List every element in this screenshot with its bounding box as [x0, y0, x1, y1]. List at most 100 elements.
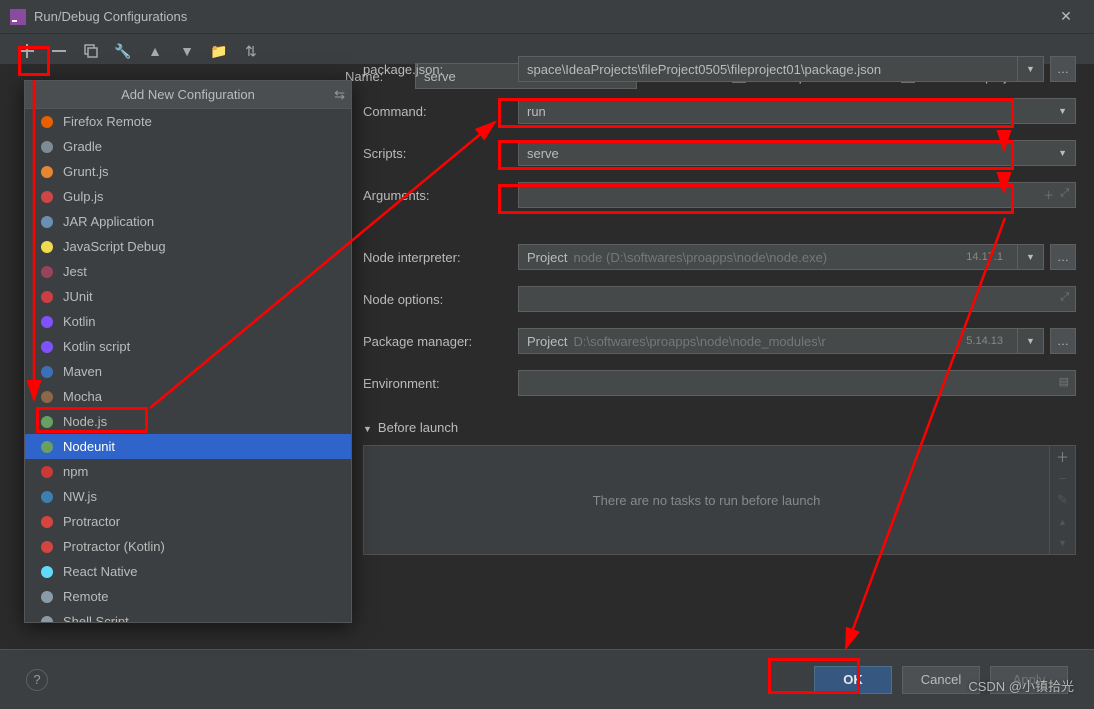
config-type-icon	[39, 389, 55, 405]
task-down-icon: ▼	[1050, 532, 1075, 554]
config-type-icon	[39, 289, 55, 305]
folder-icon[interactable]: 📁	[210, 42, 228, 60]
node-interpreter-label: Node interpreter:	[363, 250, 518, 265]
config-type-label: Grunt.js	[63, 164, 109, 179]
config-type-item[interactable]: Shell Script	[25, 609, 351, 622]
config-type-item[interactable]: Jest	[25, 259, 351, 284]
config-type-label: Gulp.js	[63, 189, 103, 204]
config-type-label: JUnit	[63, 289, 93, 304]
config-type-item[interactable]: Firefox Remote	[25, 109, 351, 134]
config-type-item[interactable]: JavaScript Debug	[25, 234, 351, 259]
package-manager-dropdown[interactable]: ▼	[1018, 328, 1044, 354]
config-type-icon	[39, 564, 55, 580]
config-type-label: NW.js	[63, 489, 97, 504]
task-add-icon[interactable]: ＋	[1050, 446, 1075, 468]
up-icon[interactable]: ▲	[146, 42, 164, 60]
collapse-icon[interactable]: ⇆	[334, 87, 345, 103]
before-launch-panel: There are no tasks to run before launch …	[363, 445, 1076, 555]
before-launch-toggle[interactable]: ▼Before launch	[363, 420, 1076, 435]
config-type-label: JAR Application	[63, 214, 154, 229]
package-json-browse[interactable]: …	[1050, 56, 1076, 82]
config-type-icon	[39, 164, 55, 180]
config-type-icon	[39, 364, 55, 380]
node-options-input[interactable]: ⤢	[518, 286, 1076, 312]
config-type-item[interactable]: Nodeunit	[25, 434, 351, 459]
list-icon[interactable]: ▤	[1059, 375, 1069, 388]
config-type-item[interactable]: npm	[25, 459, 351, 484]
config-type-icon	[39, 414, 55, 430]
config-type-item[interactable]: Gradle	[25, 134, 351, 159]
close-icon[interactable]: ✕	[1048, 8, 1084, 25]
node-interpreter-browse[interactable]: …	[1050, 244, 1076, 270]
config-type-item[interactable]: Gulp.js	[25, 184, 351, 209]
config-type-item[interactable]: Protractor (Kotlin)	[25, 534, 351, 559]
config-type-item[interactable]: Kotlin script	[25, 334, 351, 359]
config-type-icon	[39, 614, 55, 623]
package-manager-browse[interactable]: …	[1050, 328, 1076, 354]
ok-button[interactable]: OK	[814, 666, 892, 694]
config-type-icon	[39, 489, 55, 505]
app-icon	[10, 9, 26, 25]
config-type-label: Kotlin script	[63, 339, 130, 354]
expand-icon[interactable]: ⤢	[1060, 187, 1069, 203]
scripts-select[interactable]: serve ▼	[518, 140, 1076, 166]
config-type-icon	[39, 439, 55, 455]
command-select[interactable]: run ▼	[518, 98, 1076, 124]
config-type-icon	[39, 264, 55, 280]
command-label: Command:	[363, 104, 518, 119]
config-type-item[interactable]: React Native	[25, 559, 351, 584]
package-json-label: package.json:	[363, 62, 518, 77]
remove-icon[interactable]	[50, 42, 68, 60]
node-interpreter-select[interactable]: Project node (D:\softwares\proapps\node\…	[518, 244, 1018, 270]
config-type-label: Protractor (Kotlin)	[63, 539, 165, 554]
task-remove-icon: −	[1050, 468, 1075, 490]
config-type-icon	[39, 589, 55, 605]
config-type-list[interactable]: Firefox Remote Gradle Grunt.js Gulp.js JAR A…	[25, 109, 351, 622]
config-type-icon	[39, 539, 55, 555]
config-type-item[interactable]: Grunt.js	[25, 159, 351, 184]
config-type-icon	[39, 139, 55, 155]
arguments-input[interactable]: ＋⤢	[518, 182, 1076, 208]
config-type-item[interactable]: Maven	[25, 359, 351, 384]
config-type-icon	[39, 189, 55, 205]
config-type-label: Mocha	[63, 389, 102, 404]
config-type-label: Jest	[63, 264, 87, 279]
config-type-item[interactable]: Mocha	[25, 384, 351, 409]
wrench-icon[interactable]: 🔧	[114, 42, 132, 60]
help-icon[interactable]: ?	[26, 669, 48, 691]
package-json-input[interactable]: space\IdeaProjects\fileProject0505\filep…	[518, 56, 1018, 82]
config-type-label: React Native	[63, 564, 137, 579]
package-manager-label: Package manager:	[363, 334, 518, 349]
add-macro-icon[interactable]: ＋	[1043, 187, 1054, 203]
no-tasks-message: There are no tasks to run before launch	[364, 446, 1049, 554]
config-type-label: JavaScript Debug	[63, 239, 166, 254]
expand-icon[interactable]: ⤢	[1060, 291, 1069, 304]
copy-icon[interactable]	[82, 42, 100, 60]
down-icon[interactable]: ▼	[178, 42, 196, 60]
config-type-icon	[39, 214, 55, 230]
window-title: Run/Debug Configurations	[34, 9, 187, 24]
environment-label: Environment:	[363, 376, 518, 391]
config-type-icon	[39, 339, 55, 355]
config-type-item[interactable]: Node.js	[25, 409, 351, 434]
environment-input[interactable]: ▤	[518, 370, 1076, 396]
config-type-label: Maven	[63, 364, 102, 379]
config-type-item[interactable]: JUnit	[25, 284, 351, 309]
config-type-label: npm	[63, 464, 88, 479]
package-manager-select[interactable]: Project D:\softwares\proapps\node\node_m…	[518, 328, 1018, 354]
node-options-label: Node options:	[363, 292, 518, 307]
config-type-label: Gradle	[63, 139, 102, 154]
config-type-item[interactable]: Remote	[25, 584, 351, 609]
config-type-item[interactable]: Kotlin	[25, 309, 351, 334]
config-type-icon	[39, 314, 55, 330]
watermark: CSDN @小镇拾光	[968, 676, 1074, 695]
add-icon[interactable]	[18, 42, 36, 60]
title-bar: Run/Debug Configurations ✕	[0, 0, 1094, 34]
config-type-item[interactable]: JAR Application	[25, 209, 351, 234]
node-interpreter-dropdown[interactable]: ▼	[1018, 244, 1044, 270]
package-json-dropdown[interactable]: ▼	[1018, 56, 1044, 82]
config-type-item[interactable]: Protractor	[25, 509, 351, 534]
config-type-item[interactable]: NW.js	[25, 484, 351, 509]
config-form: package.json: space\IdeaProjects\filePro…	[345, 48, 1094, 649]
sort-icon[interactable]: ⇅	[242, 42, 260, 60]
